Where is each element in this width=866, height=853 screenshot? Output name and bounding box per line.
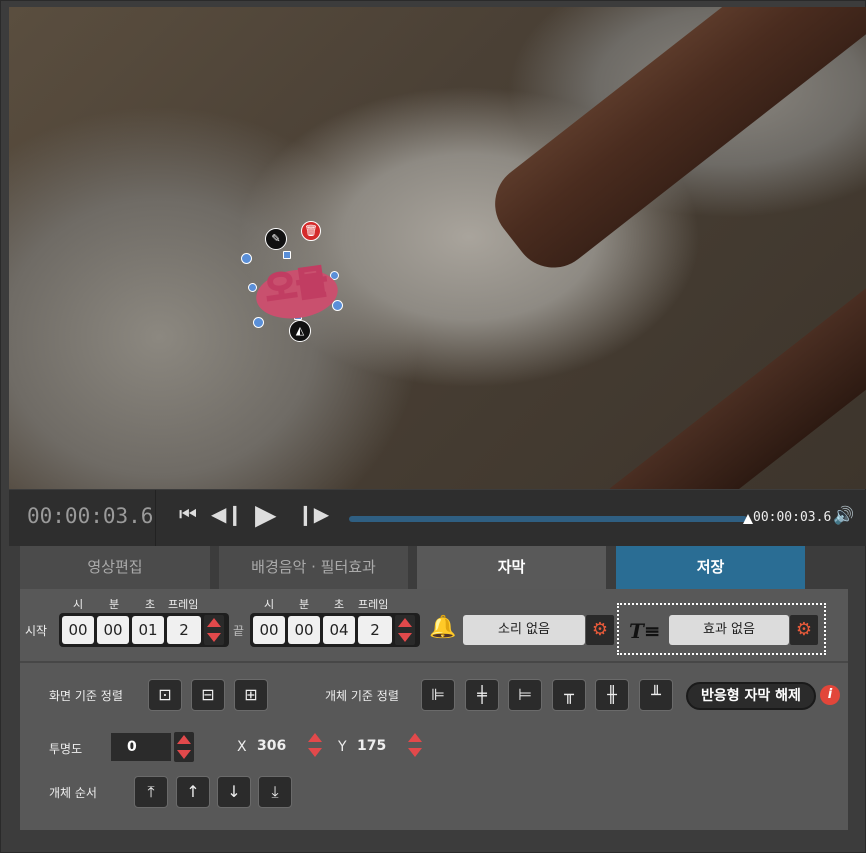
sticker-delete-icon[interactable]: 🗑	[301, 221, 321, 241]
skip-start-icon[interactable]: ⏮	[179, 502, 197, 526]
timeline-track[interactable]	[349, 516, 747, 522]
object-align-label: 개체 기준 정렬	[325, 689, 399, 703]
effect-gear-icon[interactable]: ⚙	[790, 615, 818, 645]
x-label: X	[237, 739, 247, 755]
tab-save[interactable]: 저장	[616, 546, 805, 589]
start-frame-stepper[interactable]	[204, 615, 224, 645]
header-minute: 분	[109, 598, 120, 611]
info-icon[interactable]: i	[820, 685, 840, 705]
start-frame-field[interactable]: 2	[167, 616, 201, 644]
header-frame-end: 프레임	[358, 598, 389, 611]
divider	[155, 490, 156, 546]
order-label: 개체 순서	[49, 786, 97, 800]
sticker[interactable]: 오물	[250, 258, 345, 324]
end-minute-field[interactable]: 00	[288, 616, 320, 644]
panel-divider	[20, 661, 848, 663]
align-vcenter-icon[interactable]: ╫	[595, 679, 629, 711]
align-top-icon[interactable]: ╥	[552, 679, 586, 711]
end-second-field[interactable]: 04	[323, 616, 355, 644]
bring-forward-icon[interactable]: ↑	[176, 776, 210, 808]
app-window: ✎ 🗑 ◭ 오물 00:00:03.6 ⏮ ◀❙ ▶ ❙▶ 00:00:03.6…	[0, 0, 866, 853]
current-time: 00:00:03.6	[27, 504, 154, 528]
opacity-field[interactable]: 0	[111, 733, 171, 761]
start-label: 시작	[25, 624, 48, 638]
effect-select[interactable]: 효과 없음	[669, 615, 789, 645]
header-hour: 시	[73, 598, 84, 611]
responsive-subtitle-toggle[interactable]: 반응형 자막 해제	[686, 682, 816, 710]
x-value[interactable]: 306	[257, 738, 286, 754]
sticker-flip-icon[interactable]: ◭	[289, 320, 311, 342]
log-shape-2	[588, 246, 866, 489]
header-frame: 프레임	[168, 598, 199, 611]
end-hour-field[interactable]: 00	[253, 616, 285, 644]
log-shape	[479, 7, 866, 284]
header-second-end: 초	[334, 598, 345, 611]
screen-align-center-icon[interactable]: ⊡	[148, 679, 182, 711]
prev-frame-icon[interactable]: ◀❙	[211, 502, 243, 526]
y-label: Y	[338, 739, 347, 755]
play-icon[interactable]: ▶	[255, 498, 277, 531]
volume-icon[interactable]: 🔊	[833, 506, 854, 526]
timeline-thumb[interactable]	[743, 514, 753, 524]
text-effect-icon: T≡	[629, 619, 661, 643]
header-second: 초	[145, 598, 156, 611]
tab-bgm-filter[interactable]: 배경음악 · 필터효과	[219, 546, 408, 589]
screen-align-both-icon[interactable]: ⊞	[234, 679, 268, 711]
header-minute-end: 분	[299, 598, 310, 611]
end-frame-stepper[interactable]	[395, 615, 415, 645]
transport-bar: 00:00:03.6 ⏮ ◀❙ ▶ ❙▶ 00:00:03.6 🔊	[9, 490, 866, 546]
opacity-stepper[interactable]	[174, 732, 194, 762]
screen-align-label: 화면 기준 정렬	[49, 689, 123, 703]
send-backward-icon[interactable]: ↓	[217, 776, 251, 808]
align-right-icon[interactable]: ⊨	[508, 679, 542, 711]
align-hcenter-icon[interactable]: ╪	[465, 679, 499, 711]
opacity-label: 투명도	[49, 742, 83, 756]
align-bottom-icon[interactable]: ╨	[639, 679, 673, 711]
sticker-edit-icon[interactable]: ✎	[265, 228, 287, 250]
bring-to-front-icon[interactable]: ⤒	[134, 776, 168, 808]
tab-video-edit[interactable]: 영상편집	[20, 546, 210, 589]
sound-gear-icon[interactable]: ⚙	[586, 615, 614, 645]
end-frame-field[interactable]: 2	[358, 616, 392, 644]
end-label: 끝	[233, 624, 245, 638]
send-to-back-icon[interactable]: ⤓	[258, 776, 292, 808]
y-stepper[interactable]	[405, 730, 425, 760]
next-frame-icon[interactable]: ❙▶	[297, 502, 329, 526]
start-hour-field[interactable]: 00	[62, 616, 94, 644]
align-left-icon[interactable]: ⊫	[421, 679, 455, 711]
x-stepper[interactable]	[305, 730, 325, 760]
sound-select[interactable]: 소리 없음	[463, 615, 585, 645]
end-time: 00:00:03.6	[753, 510, 832, 525]
bell-icon: 🔔	[429, 615, 457, 640]
header-hour-end: 시	[264, 598, 275, 611]
screen-align-middle-icon[interactable]: ⊟	[191, 679, 225, 711]
y-value[interactable]: 175	[357, 738, 386, 754]
video-preview[interactable]: ✎ 🗑 ◭ 오물	[9, 7, 866, 489]
start-minute-field[interactable]: 00	[97, 616, 129, 644]
start-second-field[interactable]: 01	[132, 616, 164, 644]
tab-subtitle[interactable]: 자막	[417, 546, 606, 589]
